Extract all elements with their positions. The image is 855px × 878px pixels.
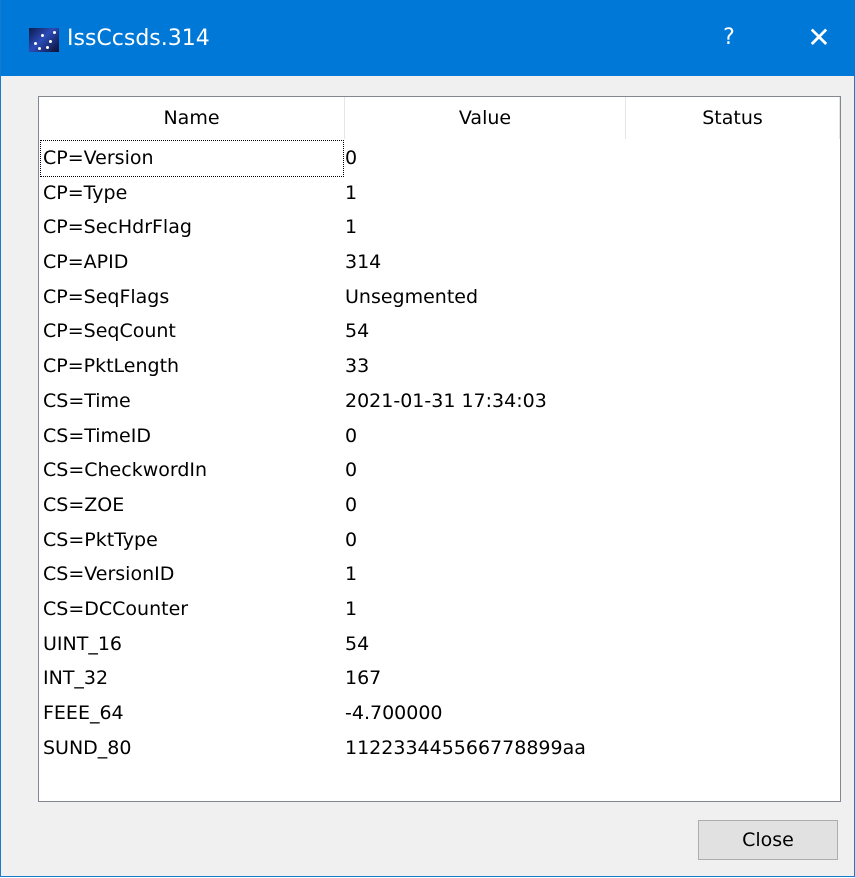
cell-value: 1 <box>345 563 358 586</box>
column-header-status[interactable]: Status <box>626 97 840 139</box>
cell-name: CS=Time <box>43 389 131 412</box>
cell-value: 0 <box>345 459 358 482</box>
table-row[interactable]: INT_32 167 <box>39 661 840 696</box>
cell-name: FEEE_64 <box>43 702 124 724</box>
field-list[interactable]: Name Value Status CP=Version 0 CP=Type 1 CP=… <box>38 96 841 802</box>
column-header-name[interactable]: Name <box>39 97 345 139</box>
table-row[interactable]: CP=Type 1 <box>39 176 840 211</box>
cell-value: 54 <box>345 632 370 655</box>
table-row[interactable]: CS=VersionID 1 <box>39 557 840 592</box>
cell-value: -4.700000 <box>345 702 443 724</box>
table-row[interactable]: CS=Time 2021-01-31 17:34:03 <box>39 384 840 419</box>
cell-name: CP=Version <box>40 140 344 177</box>
cell-value: 1 <box>345 181 358 204</box>
cell-value: 0 <box>345 424 358 447</box>
table-row[interactable]: SUND_80 112233445566778899aa <box>39 731 840 766</box>
table-row[interactable]: CS=ZOE 0 <box>39 488 840 523</box>
cell-value: 2021-01-31 17:34:03 <box>345 389 547 412</box>
cell-value: 112233445566778899aa <box>345 736 586 759</box>
cell-value: Unsegmented <box>345 285 479 308</box>
column-header-value[interactable]: Value <box>345 97 626 139</box>
cell-value: 0 <box>345 147 358 169</box>
dialog-window: IssCcsds.314 ? ✕ Name Value Status CP=Ve… <box>0 0 855 877</box>
table-row[interactable]: CS=CheckwordIn 0 <box>39 453 840 488</box>
cell-value: 33 <box>345 355 370 378</box>
table-row[interactable]: CP=SeqCount 54 <box>39 314 840 349</box>
close-window-button[interactable]: ✕ <box>791 14 847 62</box>
cell-name: CS=CheckwordIn <box>43 459 208 482</box>
table-row[interactable]: CP=SecHdrFlag 1 <box>39 210 840 245</box>
cell-name: INT_32 <box>43 667 109 690</box>
title-bar[interactable]: IssCcsds.314 ? ✕ <box>1 0 855 76</box>
cell-value: 167 <box>345 667 382 690</box>
cell-name: CS=ZOE <box>43 493 125 516</box>
table-row[interactable]: CP=Version 0 <box>39 140 840 177</box>
cell-value: 0 <box>345 528 358 551</box>
app-icon <box>29 28 59 52</box>
table-row[interactable]: CP=PktLength 33 <box>39 349 840 384</box>
cell-name: CS=VersionID <box>43 563 175 586</box>
cell-value: 1 <box>345 597 358 620</box>
cell-name: SUND_80 <box>43 736 132 759</box>
cell-name: CS=PktType <box>43 528 158 551</box>
cell-name: CP=APID <box>43 251 129 274</box>
table-row[interactable]: CS=PktType 0 <box>39 523 840 558</box>
table-row[interactable]: FEEE_64 -4.700000 <box>39 696 840 731</box>
cell-name: CS=TimeID <box>43 424 151 447</box>
table-row[interactable]: CP=APID 314 <box>39 245 840 280</box>
cell-value: 314 <box>345 251 382 274</box>
cell-name: UINT_16 <box>43 632 123 655</box>
cell-name: CP=PktLength <box>43 355 180 378</box>
cell-value: 0 <box>345 493 358 516</box>
cell-name: CP=SecHdrFlag <box>43 216 192 239</box>
table-row[interactable]: CP=SeqFlags Unsegmented <box>39 280 840 315</box>
table-row[interactable]: UINT_16 54 <box>39 627 840 662</box>
close-button[interactable]: Close <box>698 820 838 860</box>
cell-name: CS=DCCounter <box>43 597 189 620</box>
cell-value: 1 <box>345 216 358 239</box>
list-header: Name Value Status <box>39 97 840 139</box>
cell-name: CP=SeqCount <box>43 320 176 343</box>
help-button[interactable]: ? <box>701 14 757 62</box>
cell-value: 54 <box>345 320 370 343</box>
cell-name: CP=SeqFlags <box>43 285 170 308</box>
table-row[interactable]: CS=DCCounter 1 <box>39 592 840 627</box>
cell-name: CP=Type <box>43 181 128 204</box>
window-title: IssCcsds.314 <box>67 26 210 51</box>
table-row[interactable]: CS=TimeID 0 <box>39 419 840 454</box>
list-rows: CP=Version 0 CP=Type 1 CP=SecHdrFlag 1 CP=APID… <box>39 140 840 766</box>
